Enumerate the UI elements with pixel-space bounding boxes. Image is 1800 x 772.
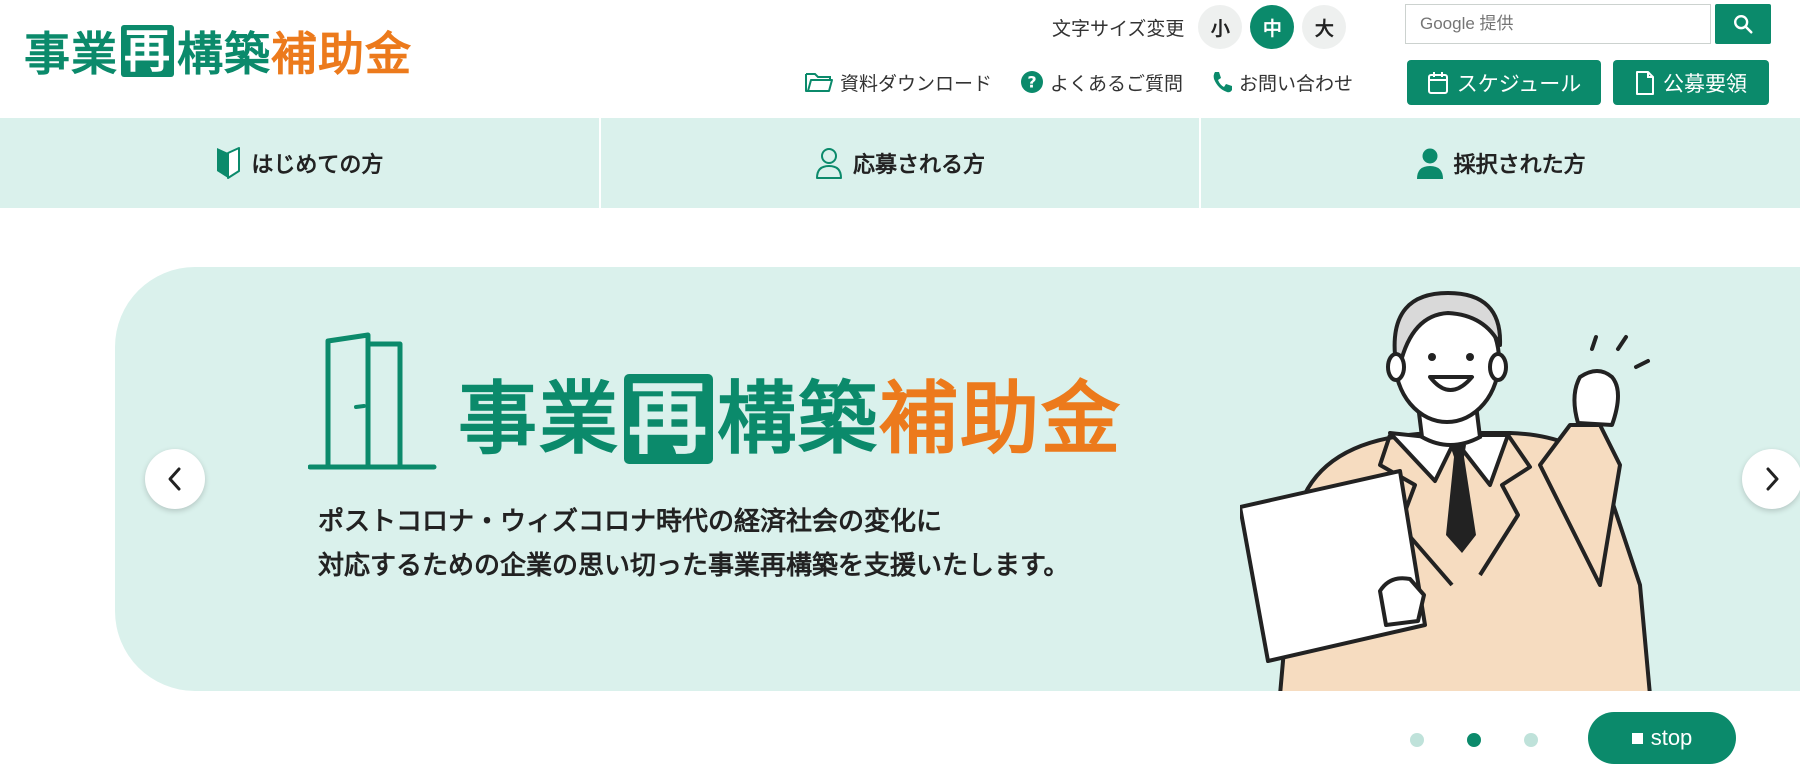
chevron-left-icon [168,467,181,491]
font-size-medium-button[interactable]: 中 [1250,5,1295,49]
logo-text-1: 事業 [24,27,118,81]
nav-item-adopted[interactable]: 採択された方 [1201,118,1800,208]
businessman-illustration [1240,291,1652,691]
search-button[interactable] [1715,4,1771,44]
font-size-small-button[interactable]: 小 [1198,5,1243,49]
search-box [1405,4,1711,44]
guidelines-button[interactable]: 公募要領 [1613,60,1769,105]
nav-item-label: はじめての方 [251,153,384,178]
faq-link[interactable]: ? よくあるご質問 [1020,69,1183,96]
folder-icon [805,73,833,92]
faq-label: よくあるご質問 [1050,72,1184,95]
nav-item-beginners[interactable]: はじめての方 [0,118,601,208]
nav-item-label: 採択された方 [1453,153,1586,178]
hero-tagline-line-2: 対応するための企業の思い切った事業再構築を支援いたします。 [318,551,1070,581]
person-outline-icon [816,148,842,179]
hero-title-boxed: 再 [624,374,713,464]
hero-tagline-line-1: ポストコロナ・ウィズコロナ時代の経済社会の変化に [318,507,943,537]
search-icon [1734,15,1753,34]
site-header: 事業再構築補助金 文字サイズ変更 小 中 大 資料ダウンロード ? よくある [0,0,1800,118]
slider-prev-button[interactable] [145,449,205,509]
guidelines-label: 公募要領 [1663,71,1747,96]
hero-title: 事業再構築補助金 [458,374,1122,464]
nav-item-label: 応募される方 [853,153,986,178]
hero-title-3: 補助金 [879,373,1122,465]
slider-dot-2[interactable] [1467,733,1481,747]
font-size-large-button[interactable]: 大 [1302,5,1347,49]
stop-icon [1631,732,1643,744]
font-size-switcher: 文字サイズ変更 小 中 大 [1052,4,1347,50]
downloads-link[interactable]: 資料ダウンロード [804,69,992,96]
slider-dot-1[interactable] [1410,733,1424,747]
hero-title-2: 構築 [717,373,879,465]
contact-label: お問い合わせ [1239,72,1354,95]
beginner-leaf-icon [217,147,241,179]
phone-icon [1213,72,1233,93]
search-input[interactable] [1406,5,1710,43]
downloads-label: 資料ダウンロード [840,72,993,95]
door-icon [308,332,437,470]
site-logo[interactable]: 事業再構築 補助金 [24,24,412,81]
slider-dots [1410,733,1538,747]
stop-label: stop [1650,725,1693,750]
schedule-button[interactable]: スケジュール [1407,60,1601,105]
slider-stop-button[interactable]: stop [1588,712,1736,764]
calendar-icon [1427,71,1448,94]
contact-link[interactable]: お問い合わせ [1211,69,1353,96]
chevron-right-icon [1766,467,1779,491]
hero-tagline: ポストコロナ・ウィズコロナ時代の経済社会の変化に 対応するための企業の思い切った… [318,500,1069,588]
font-size-label: 文字サイズ変更 [1052,17,1185,40]
utility-links: 資料ダウンロード ? よくあるご質問 お問い合わせ [804,64,1353,100]
schedule-label: スケジュール [1456,71,1582,96]
svg-text:?: ? [1027,73,1036,92]
logo-text-3: 補助金 [271,27,412,81]
logo-text-boxed: 再 [121,25,174,77]
person-filled-icon [1416,148,1443,179]
nav-item-applicants[interactable]: 応募される方 [601,118,1202,208]
slider-dot-3[interactable] [1524,733,1538,747]
hero-title-1: 事業 [458,373,620,465]
logo-text-2: 構築 [177,27,271,81]
hero-slide: 事業再構築補助金 ポストコロナ・ウィズコロナ時代の経済社会の変化に 対応するため… [115,267,1800,691]
main-nav: はじめての方 応募される方 採択された方 [0,118,1800,208]
document-icon [1636,70,1654,95]
slider-next-button[interactable] [1742,449,1800,509]
question-circle-icon: ? [1021,71,1044,93]
